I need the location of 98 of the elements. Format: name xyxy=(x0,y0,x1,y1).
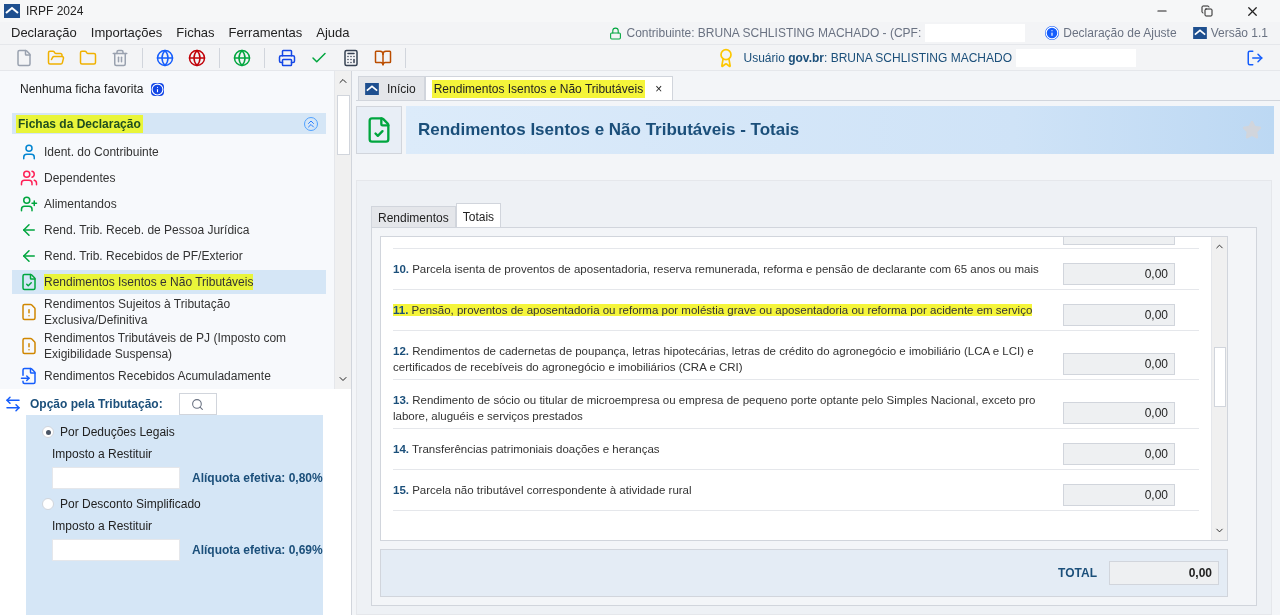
subtab[interactable]: Totais xyxy=(455,203,502,227)
amount-field[interactable] xyxy=(52,539,180,561)
sidebar-item[interactable]: Rend. Trib. Receb. de Pessoa Jurídica xyxy=(12,218,326,242)
search-icon xyxy=(191,397,205,411)
app-logo-icon xyxy=(4,4,20,18)
item-description: 14. Transferências patrimoniais doações e heranças xyxy=(393,442,661,457)
radio-label: Por Deduções Legais xyxy=(60,424,175,441)
radio-button[interactable] xyxy=(42,498,54,510)
sidebar-item[interactable]: Rendimentos Recebidos Acumuladamente xyxy=(12,364,326,388)
tab-label: Início xyxy=(386,80,417,98)
swap-arrows-icon xyxy=(4,395,22,413)
sidebar-item-label: Rendimentos Recebidos Acumuladamente xyxy=(44,368,271,384)
amount-field[interactable] xyxy=(1063,237,1175,245)
section-header[interactable]: Fichas da Declaração xyxy=(12,113,326,134)
effective-rate: Alíquota efetiva: 0,80% xyxy=(192,470,323,487)
scrollbar[interactable] xyxy=(334,71,351,389)
sidebar-item[interactable]: Rendimentos Sujeitos à Tributação Exclusiva/Definitiva xyxy=(12,296,326,328)
option-title: Opção pela Tributação: xyxy=(30,396,163,413)
page-title: Rendimentos Isentos e Não Tributáveis - Totais xyxy=(418,119,800,142)
info-icon xyxy=(1045,26,1060,40)
close-tab-button[interactable]: × xyxy=(651,79,667,98)
total-field: 0,00 xyxy=(1109,561,1219,585)
scroll-thumb[interactable] xyxy=(1213,347,1226,407)
globe-icon[interactable] xyxy=(156,48,174,67)
declaration-type: Declaração de Ajuste xyxy=(1063,25,1177,42)
lock-icon xyxy=(609,26,623,40)
menu-item[interactable]: Declaração xyxy=(4,23,84,43)
total-label: TOTAL xyxy=(1058,565,1097,582)
section-title: Fichas da Declaração xyxy=(16,114,143,133)
tab-label: Rendimentos Isentos e Não Tributáveis xyxy=(431,79,646,98)
menu-item[interactable]: Importações xyxy=(83,23,170,43)
search-button[interactable] xyxy=(178,393,217,415)
radio-label: Por Desconto Simplificado xyxy=(60,496,201,513)
restore-icon[interactable] xyxy=(1201,5,1213,17)
amount-field[interactable]: 0,00 xyxy=(1063,484,1175,506)
window-title: IRPF 2024 xyxy=(26,3,84,20)
sidebar-item[interactable]: Rend. Trib. Recebidos de PF/Exterior xyxy=(12,244,326,268)
person-icon xyxy=(20,143,38,161)
people-icon xyxy=(20,169,38,187)
sidebar-item-label: Alimentandos xyxy=(44,196,117,212)
amount-field[interactable]: 0,00 xyxy=(1063,353,1175,375)
menu-item[interactable]: Ajuda xyxy=(309,23,357,43)
sidebar-item-label: Rendimentos Isentos e Não Tributáveis xyxy=(44,274,254,290)
amount-field[interactable] xyxy=(52,467,180,489)
sidebar-item-label: Ident. do Contribuinte xyxy=(44,144,159,160)
sidebar-item-label: Rend. Trib. Recebidos de PF/Exterior xyxy=(44,248,243,264)
effective-rate: Alíquota efetiva: 0,69% xyxy=(192,542,323,559)
sidebar-item[interactable]: Ident. do Contribuinte xyxy=(12,140,326,164)
radio-button[interactable] xyxy=(42,426,54,438)
subtab[interactable]: Rendimentos xyxy=(371,206,456,227)
sidebar-item[interactable]: Rendimentos Tributáveis de PJ (Imposto com Exigibilidade Suspensa) xyxy=(12,330,326,362)
tab[interactable]: Rendimentos Isentos e Não Tributáveis × xyxy=(424,76,674,100)
sidebar-item-label: Rend. Trib. Receb. de Pessoa Jurídica xyxy=(44,222,250,238)
printer-icon[interactable] xyxy=(278,48,296,67)
item-description: 11. Pensão, proventos de aposentadoria ou reforma por moléstia grave ou aposentadoria ou reforma por acidente em serviço xyxy=(393,303,1034,318)
globe-icon[interactable] xyxy=(233,48,251,67)
document-arrow-icon xyxy=(20,367,38,385)
calculator-icon[interactable] xyxy=(342,48,360,67)
document-warning-icon xyxy=(20,337,38,355)
app-logo-icon xyxy=(365,82,379,95)
trash-icon[interactable] xyxy=(111,48,129,67)
sidebar-item[interactable]: Alimentandos xyxy=(12,192,326,216)
item-description: 13. Rendimento de sócio ou titular de microempresa ou empresa de pequeno porte optante pelo Simples Nacional, exceto pro labore, aluguéis e serviços prestados xyxy=(393,393,1037,424)
amount-field[interactable]: 0,00 xyxy=(1063,402,1175,424)
logout-icon[interactable] xyxy=(1246,48,1264,67)
sidebar-item-label: Dependentes xyxy=(44,170,116,186)
user-label: Usuário gov.br: BRUNA SCHLISTING MACHADO xyxy=(743,49,1012,67)
favorites-label: Nenhuma ficha favorita xyxy=(20,81,144,98)
open-folder-icon[interactable] xyxy=(47,48,65,67)
version-label: Versão 1.1 xyxy=(1210,25,1268,42)
item-description: 15. Parcela não tributável correspondente à atividade rural xyxy=(393,483,693,498)
menu-item[interactable]: Fichas xyxy=(169,23,222,43)
scroll-thumb[interactable] xyxy=(336,95,350,155)
item-description: 10. Parcela isenta de proventos de aposentadoria, reserva remunerada, reforma e pensão de declarante com 65 anos ou mais xyxy=(393,262,1040,277)
taxpayer-label: Contribuinte: BRUNA SCHLISTING MACHADO - (CPF: xyxy=(626,25,922,42)
amount-field[interactable]: 0,00 xyxy=(1063,443,1175,465)
item-description: 12. Rendimentos de cadernetas de poupança, letras hipotecárias, letras de crédito do agronegócio e imobiliário (LCA e LCI) e certificados de recebíveis do agronegócio e imobiliários (CRA e CRI) xyxy=(393,344,1035,375)
sidebar-item-label: Rendimentos Tributáveis de PJ (Imposto com Exigibilidade Suspensa) xyxy=(44,330,288,362)
document-check-icon xyxy=(20,273,38,291)
document-warning-icon xyxy=(20,303,38,321)
person-add-icon xyxy=(20,195,38,213)
sidebar-item[interactable]: Dependentes xyxy=(12,166,326,190)
sidebar-item[interactable]: Rendimentos Isentos e Não Tributáveis xyxy=(12,270,326,294)
folder-icon[interactable] xyxy=(79,48,97,67)
book-icon[interactable] xyxy=(374,48,392,67)
scrollbar[interactable] xyxy=(1211,237,1227,540)
info-icon xyxy=(151,82,165,96)
amount-field[interactable]: 0,00 xyxy=(1063,263,1175,285)
file-icon[interactable] xyxy=(15,48,33,67)
field-label: Imposto a Restituir xyxy=(52,446,154,463)
globe-icon[interactable] xyxy=(188,48,206,67)
amount-field[interactable]: 0,00 xyxy=(1063,304,1175,326)
sidebar-item-label: Rendimentos Sujeitos à Tributação Exclusiva/Definitiva xyxy=(44,296,232,328)
menu-item[interactable]: Ferramentas xyxy=(221,23,310,43)
tab[interactable]: Início xyxy=(358,76,425,100)
app-logo-icon xyxy=(1192,27,1207,39)
star-icon[interactable] xyxy=(1242,120,1262,140)
field-label: Imposto a Restituir xyxy=(52,518,154,535)
